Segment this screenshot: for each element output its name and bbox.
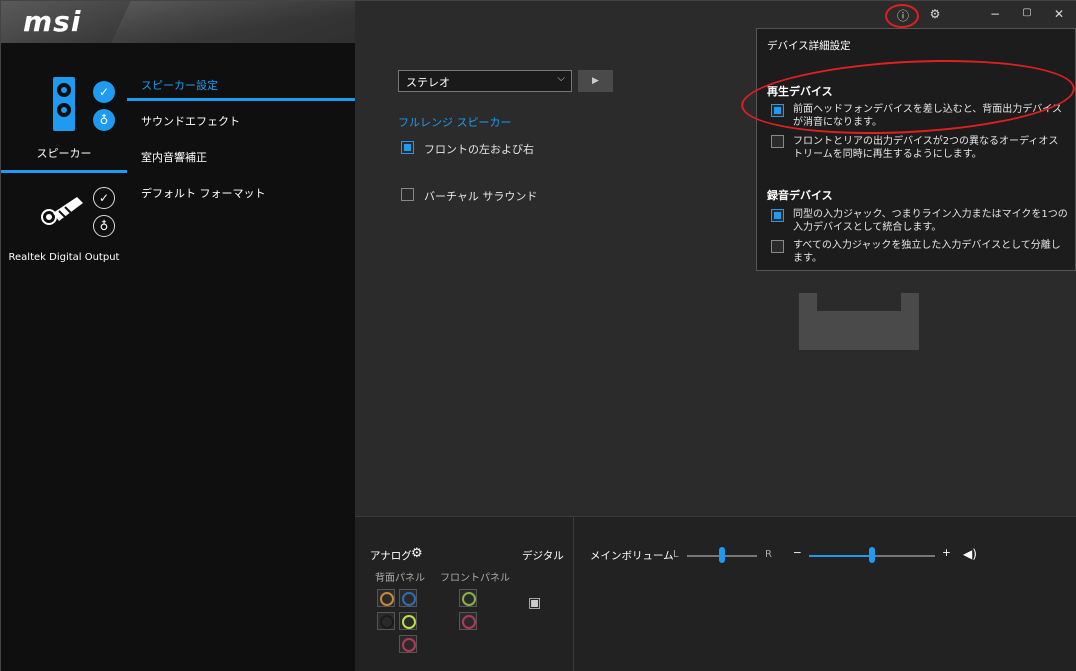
speaker-config-select[interactable]: ステレオ ⌵ bbox=[398, 70, 572, 92]
recording-option-2-label: すべての入力ジャックを独立した入力デバイスとして分離します。 bbox=[793, 240, 1061, 264]
playback-option-2-label: フロントとリアの出力デバイスが2つの異なるオーディオストリームを同時に再生するよ… bbox=[793, 136, 1059, 160]
rear-jack-black[interactable] bbox=[377, 612, 395, 630]
speaker-icon bbox=[53, 77, 75, 131]
front-lr-checkbox[interactable] bbox=[401, 141, 414, 154]
menu-item-default-format[interactable]: デフォルト フォーマット bbox=[141, 185, 266, 201]
active-device-indicator bbox=[1, 170, 127, 173]
mic-icon: ♁ bbox=[93, 109, 115, 131]
device-label-digital: Realtek Digital Output bbox=[8, 252, 120, 263]
device-speaker[interactable]: ✓ ♁ スピーカー bbox=[1, 61, 127, 173]
bottom-panel: アナログ ⚙ デジタル 背面パネル フロントパネル ▣ メインボリューム L R… bbox=[355, 516, 1076, 671]
analog-gear-icon[interactable]: ⚙ bbox=[411, 546, 423, 561]
front-panel-label: フロントパネル bbox=[440, 573, 510, 584]
check-icon: ✓ bbox=[93, 81, 115, 103]
playback-option-2-checkbox[interactable] bbox=[771, 135, 784, 148]
speaker-volume-icon[interactable]: ◀) bbox=[963, 547, 977, 561]
header-banner: msi bbox=[1, 1, 355, 43]
analog-label: アナログ bbox=[370, 550, 412, 562]
menu-item-room-correction[interactable]: 室内音響補正 bbox=[141, 149, 207, 165]
front-lr-label: フロントの左および右 bbox=[424, 143, 534, 156]
recording-option-2-checkbox[interactable] bbox=[771, 240, 784, 253]
virtual-surround-label: バーチャル サラウンド bbox=[424, 190, 538, 203]
msi-logo: msi bbox=[23, 5, 82, 38]
rear-panel-label: 背面パネル bbox=[375, 573, 425, 584]
device-column: ✓ ♁ スピーカー ✓ ♁ Realtek Digital Output bbox=[1, 1, 127, 671]
gear-icon[interactable]: ⚙ bbox=[925, 7, 945, 25]
speaker-config-value: ステレオ bbox=[406, 76, 450, 89]
main-volume-slider-thumb[interactable] bbox=[869, 547, 875, 563]
settings-menu: スピーカー設定 サウンドエフェクト 室内音響補正 デフォルト フォーマット bbox=[127, 43, 355, 671]
maximize-icon[interactable]: ▢ bbox=[1017, 7, 1037, 25]
recording-option-1-label: 同型の入力ジャック、つまりライン入力またはマイクを1つの入力デバイスとして統合し… bbox=[793, 209, 1068, 233]
rear-jack-green[interactable] bbox=[399, 612, 417, 630]
menu-item-speaker-settings[interactable]: スピーカー設定 bbox=[141, 77, 218, 93]
playback-heading: 再生デバイス bbox=[767, 85, 833, 98]
rear-jack-blue[interactable] bbox=[399, 589, 417, 607]
playback-option-1-label: 前面ヘッドフォンデバイスを差し込むと、背面出力デバイスが消音になります。 bbox=[793, 104, 1062, 128]
chevron-down-icon: ⌵ bbox=[557, 73, 565, 84]
popup-title: デバイス詳細設定 bbox=[767, 40, 851, 52]
digital-label: デジタル bbox=[522, 550, 564, 562]
balance-slider-thumb[interactable] bbox=[719, 547, 725, 563]
virtual-surround-checkbox[interactable] bbox=[401, 188, 414, 201]
check-icon: ✓ bbox=[93, 187, 115, 209]
device-digital-output[interactable]: ✓ ♁ Realtek Digital Output bbox=[1, 181, 127, 271]
main-volume-label: メインボリューム bbox=[590, 550, 674, 562]
play-test-button[interactable]: ▶ bbox=[578, 70, 613, 92]
bottom-divider bbox=[573, 517, 574, 671]
volume-minus[interactable]: − bbox=[793, 547, 802, 559]
main-volume-fill bbox=[809, 555, 872, 557]
app-window: ✓ ♁ スピーカー ✓ ♁ Realtek Digital Output msi… bbox=[0, 0, 1076, 671]
recording-heading: 録音デバイス bbox=[767, 189, 833, 202]
menu-item-sound-effects[interactable]: サウンドエフェクト bbox=[141, 113, 240, 129]
mic-icon: ♁ bbox=[93, 215, 115, 237]
speaker-visual bbox=[799, 293, 919, 350]
balance-left-label: L bbox=[673, 549, 679, 560]
front-jack-pink[interactable] bbox=[459, 612, 477, 630]
recording-option-1-checkbox[interactable] bbox=[771, 209, 784, 222]
minimize-icon[interactable]: − bbox=[985, 7, 1005, 25]
balance-right-label: R bbox=[765, 549, 772, 560]
device-advanced-settings-popup: デバイス詳細設定 再生デバイス 前面ヘッドフォンデバイスを差し込むと、背面出力デ… bbox=[756, 28, 1076, 271]
fullrange-speaker-label: フルレンジ スピーカー bbox=[398, 116, 512, 129]
front-jack-green[interactable] bbox=[459, 589, 477, 607]
digital-output-icon[interactable]: ▣ bbox=[528, 595, 541, 611]
menu-active-indicator bbox=[127, 98, 355, 101]
rear-jack-pink[interactable] bbox=[399, 635, 417, 653]
digital-plug-icon bbox=[41, 197, 83, 225]
device-label-speaker: スピーカー bbox=[36, 147, 92, 160]
rear-jack-orange[interactable] bbox=[377, 589, 395, 607]
info-icon[interactable]: ⓘ bbox=[893, 7, 913, 25]
playback-option-1-checkbox[interactable] bbox=[771, 104, 784, 117]
close-icon[interactable]: ✕ bbox=[1049, 7, 1069, 25]
volume-plus[interactable]: + bbox=[942, 547, 951, 559]
